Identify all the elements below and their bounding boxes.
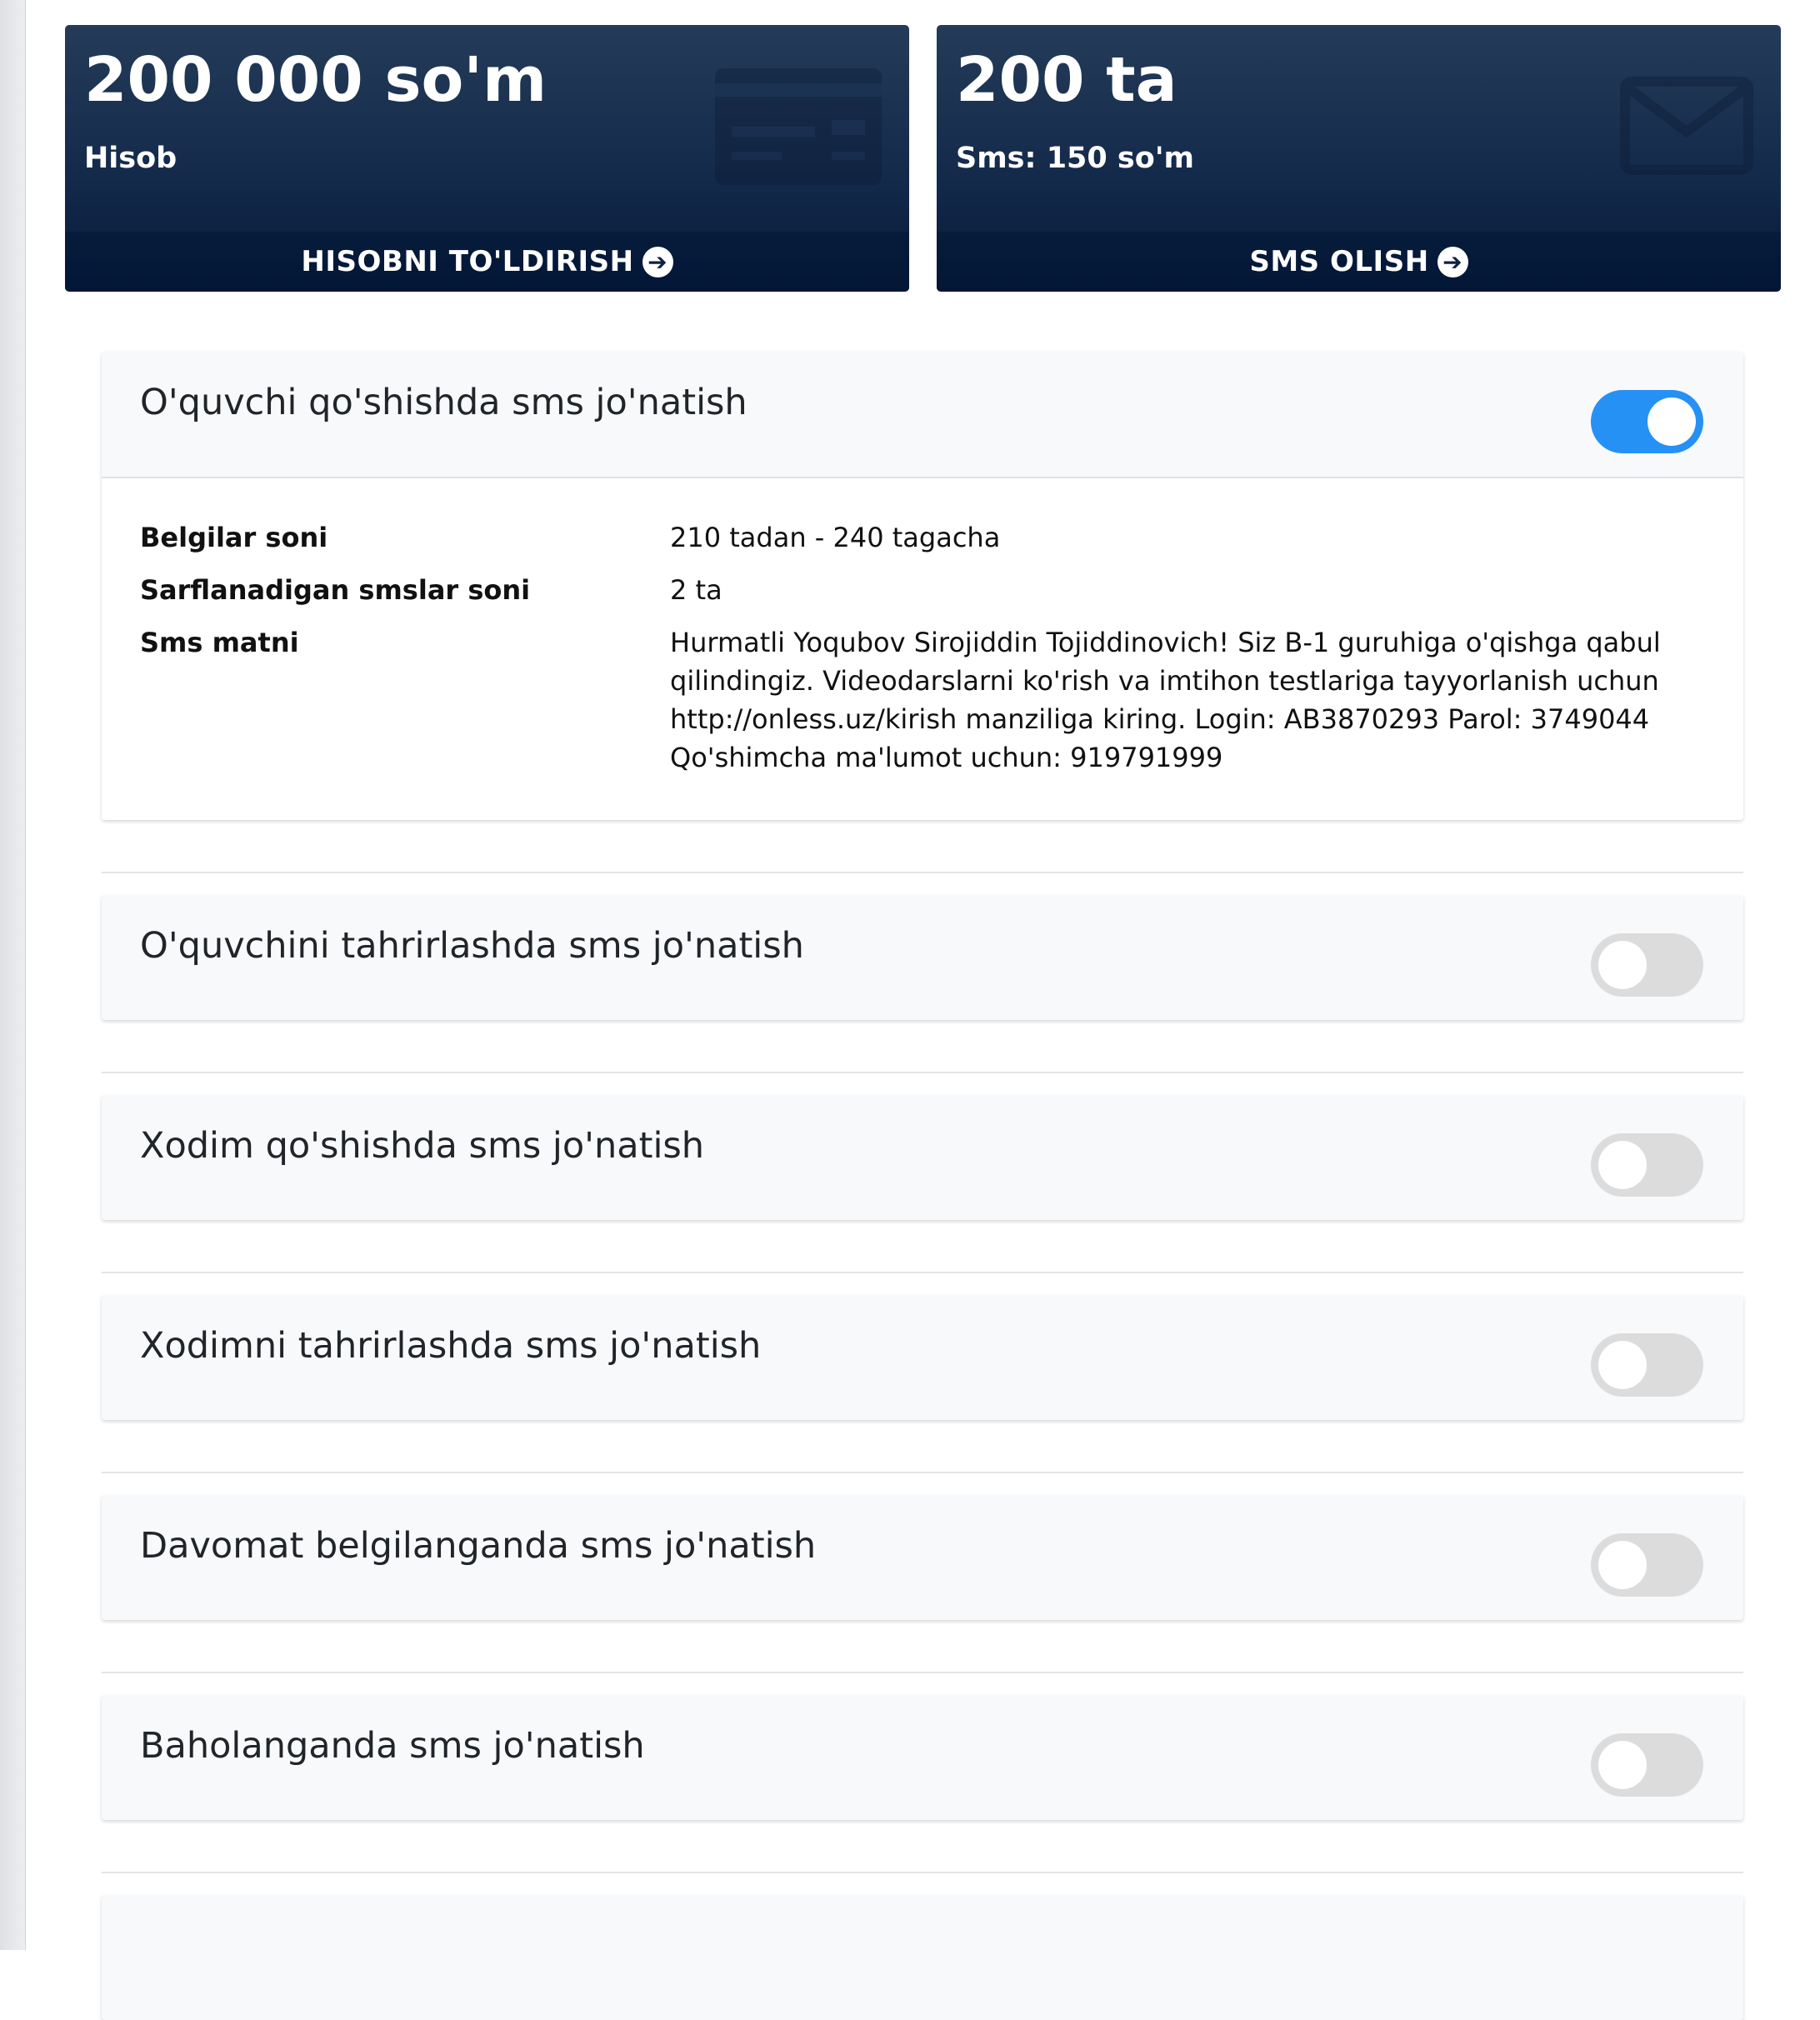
setting-card: Baholanganda sms jo'natish [102,1695,1743,1820]
sms-text-value: Hurmatli Yoqubov Sirojiddin Tojiddinovic… [670,627,1661,773]
balance-label: Hisob [84,142,178,175]
detail-row: Belgilar soni 210 tadan - 240 tagacha [140,518,1705,557]
setting-header: Xodimni tahrirlashda sms jo'natish [102,1295,1743,1420]
page-left-rail [0,0,26,1950]
toggle-knob [1598,941,1647,989]
toggle-knob [1648,398,1696,446]
divider [102,1672,1743,1673]
buy-sms-button[interactable]: SMS OLISH ➔ [937,232,1781,292]
toggle-knob [1598,1141,1647,1189]
setting-item: Xodim qo'shishda sms jo'natish [65,1095,1780,1273]
toggle-knob [1598,1741,1647,1789]
setting-toggle[interactable] [1591,390,1703,453]
credit-card-icon [715,68,882,185]
setting-header: O'quvchi qo'shishda sms jo'natish [102,352,1743,477]
detail-key: Sms matni [140,627,299,658]
balance-card: 200 000 so'm Hisob HISOBNI TO'LDIRISH ➔ [65,25,909,292]
sms-count-value: 200 ta [956,44,1178,116]
setting-header: Davomat belgilanganda sms jo'natish [102,1495,1743,1620]
detail-row: Sarflanadigan smslar soni 2 ta [140,571,1705,609]
setting-card: Davomat belgilanganda sms jo'natish [102,1495,1743,1620]
setting-title: Xodim qo'shishda sms jo'natish [140,1125,705,1167]
setting-toggle[interactable] [1591,1733,1703,1797]
stat-cards: 200 000 so'm Hisob HISOBNI TO'LDIRISH ➔ … [65,25,1781,293]
sms-settings-list: O'quvchi qo'shishda sms jo'natish Belgil… [65,352,1780,2020]
setting-card: O'quvchi qo'shishda sms jo'natish Belgil… [102,352,1743,820]
setting-item: Davomat belgilanganda sms jo'natish [65,1495,1780,1673]
detail-value: 2 ta [670,574,722,606]
top-up-balance-label: HISOBNI TO'LDIRISH [301,245,634,278]
divider [102,1472,1743,1473]
detail-value: 210 tadan - 240 tagacha [670,522,1001,553]
setting-item: O'quvchi qo'shishda sms jo'natish Belgil… [65,352,1780,873]
sms-card: 200 ta Sms: 150 so'm SMS OLISH ➔ [937,25,1781,292]
toggle-knob [1598,1541,1647,1589]
detail-key: Sarflanadigan smslar soni [140,574,531,606]
detail-row: Sms matni Hurmatli Yoqubov Sirojiddin To… [140,623,1705,777]
setting-card [102,1895,1743,2020]
setting-item [65,1895,1780,2020]
setting-card: Xodimni tahrirlashda sms jo'natish [102,1295,1743,1420]
balance-value: 200 000 so'm [84,44,548,116]
divider [102,872,1743,873]
setting-toggle[interactable] [1591,933,1703,997]
setting-header: Xodim qo'shishda sms jo'natish [102,1095,1743,1220]
buy-sms-label: SMS OLISH [1249,245,1429,278]
setting-details: Belgilar soni 210 tadan - 240 tagacha Sa… [102,477,1743,820]
setting-title: Baholanganda sms jo'natish [140,1725,645,1767]
arrow-circle-right-icon: ➔ [1437,246,1468,278]
envelope-icon [1620,77,1753,175]
arrow-circle-right-icon: ➔ [642,246,673,278]
divider [102,1272,1743,1273]
setting-title: O'quvchini tahrirlashda sms jo'natish [140,925,804,967]
setting-toggle[interactable] [1591,1133,1703,1197]
setting-toggle[interactable] [1591,1333,1703,1397]
divider [102,1872,1743,1873]
setting-card: Xodim qo'shishda sms jo'natish [102,1095,1743,1220]
setting-item: Baholanganda sms jo'natish [65,1695,1780,1873]
setting-card: O'quvchini tahrirlashda sms jo'natish [102,895,1743,1020]
setting-header: O'quvchini tahrirlashda sms jo'natish [102,895,1743,1020]
setting-title: O'quvchi qo'shishda sms jo'natish [140,382,748,423]
divider [102,1072,1743,1073]
setting-title: Xodimni tahrirlashda sms jo'natish [140,1325,762,1367]
toggle-knob [1598,1341,1647,1389]
main-content: 200 000 so'm Hisob HISOBNI TO'LDIRISH ➔ … [65,25,1781,2020]
detail-key: Belgilar soni [140,522,328,553]
sms-price-label: Sms: 150 so'm [956,142,1194,175]
setting-title: Davomat belgilanganda sms jo'natish [140,1525,817,1567]
setting-item: O'quvchini tahrirlashda sms jo'natish [65,895,1780,1073]
setting-toggle[interactable] [1591,1533,1703,1597]
setting-header: Baholanganda sms jo'natish [102,1695,1743,1820]
setting-item: Xodimni tahrirlashda sms jo'natish [65,1295,1780,1473]
top-up-balance-button[interactable]: HISOBNI TO'LDIRISH ➔ [65,232,909,292]
